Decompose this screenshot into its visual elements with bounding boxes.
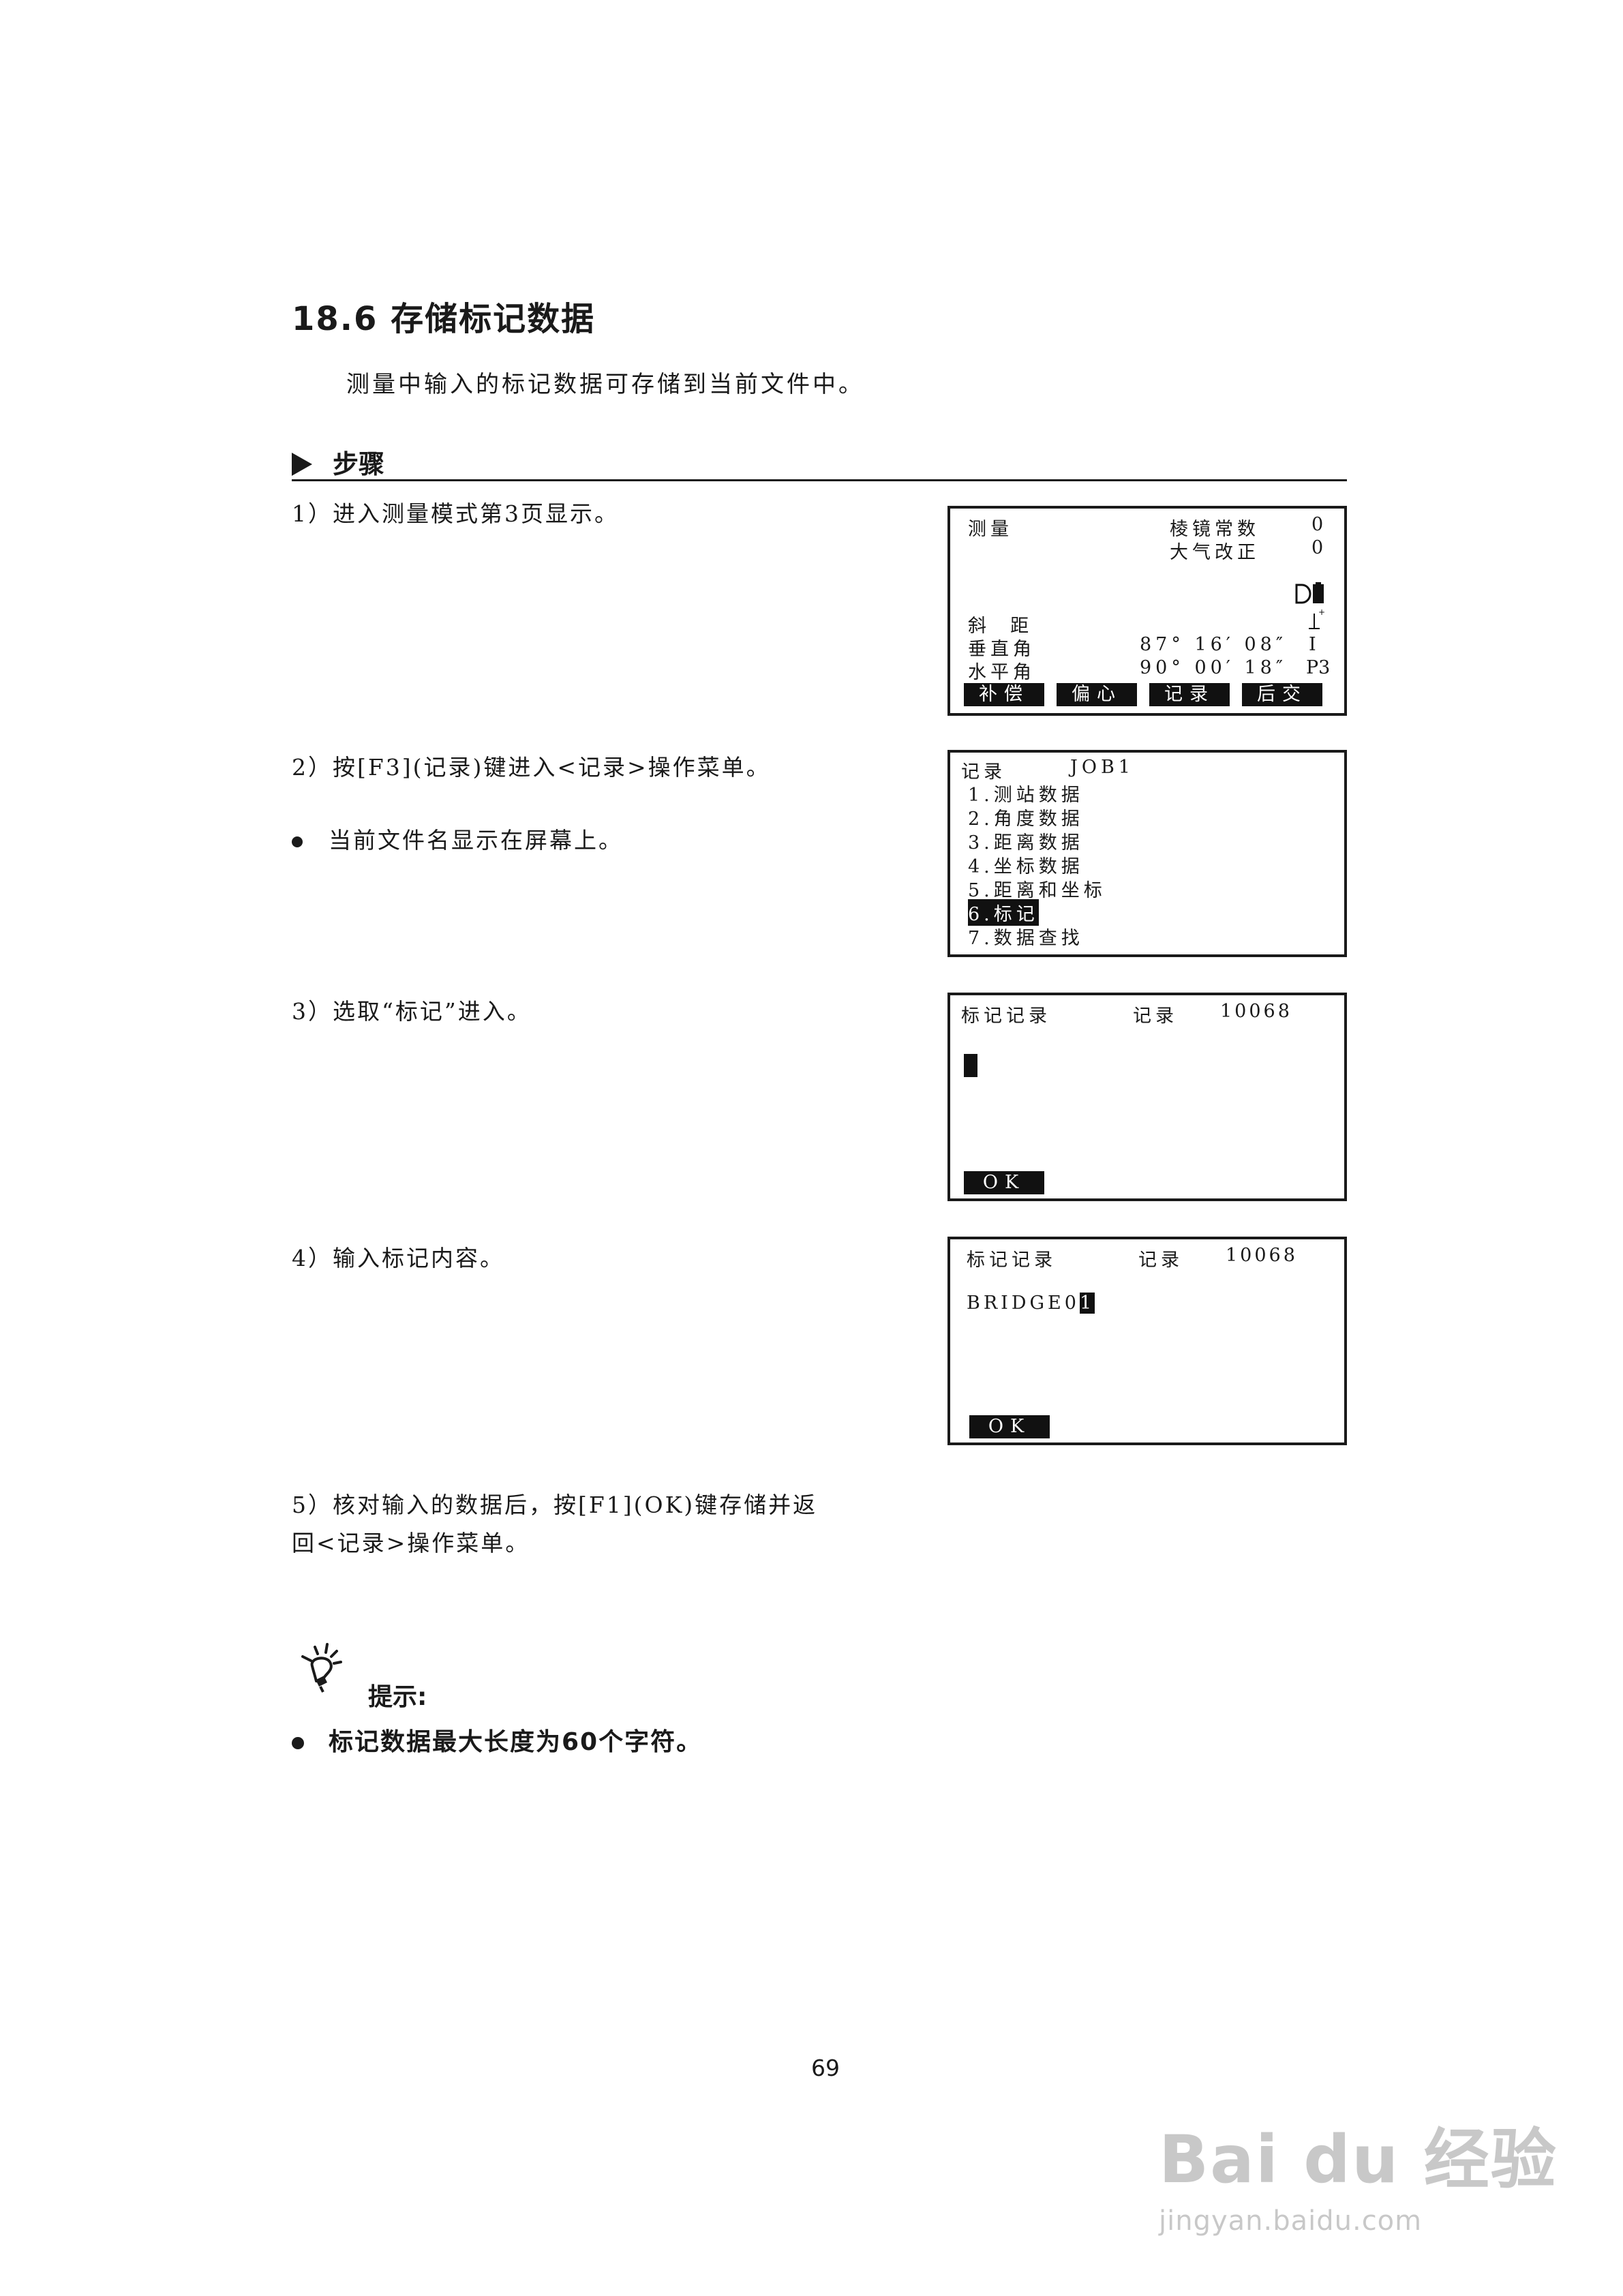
menu-item-angle-data[interactable]: 2.角度数据 — [968, 804, 1084, 830]
step-2-note: 当前文件名显示在屏幕上。 — [292, 822, 623, 855]
heading-divider — [292, 479, 1347, 481]
softkey-f4-resection[interactable]: 后交 — [1242, 683, 1322, 706]
menu-item-coordinate-data[interactable]: 4.坐标数据 — [968, 851, 1084, 878]
step-5-line-2: 回<记录>操作菜单。 — [292, 1530, 530, 1556]
softkey-f1-ok[interactable]: OK — [964, 1171, 1044, 1194]
input-cursor[interactable] — [964, 1054, 977, 1077]
lcd-record-label: 记录 — [1133, 1006, 1178, 1027]
note-input-text: BRIDGE0 — [967, 1293, 1080, 1314]
lcd-screen-record-menu: 记录 JOB1 1.测站数据 2.角度数据 3.距离数据 4.坐标数据 5.距离… — [947, 750, 1347, 957]
lcd-vert-value: 87° 16′ 08″ — [1140, 634, 1287, 655]
step-1: 1）进入测量模式第3页显示。 — [292, 500, 619, 527]
bullet-dot-icon — [292, 836, 303, 847]
menu-item-distance-data[interactable]: 3.距离数据 — [968, 828, 1084, 854]
softkey-f1-ok[interactable]: OK — [969, 1415, 1050, 1438]
step-3: 3）选取“标记”进入。 — [292, 998, 532, 1025]
lightbulb-hint-icon — [301, 1643, 342, 1693]
menu-item-station-data[interactable]: 1.测站数据 — [968, 780, 1084, 806]
menu-item-note-selected[interactable]: 6.标记 — [968, 899, 1039, 926]
steps-heading-text: 步骤 — [333, 449, 385, 479]
svg-text:+: + — [1318, 608, 1325, 617]
tilt-indicator-icon: + — [1309, 608, 1325, 629]
note-input-field[interactable]: BRIDGE01 — [967, 1293, 1095, 1314]
menu-item-distance-and-coordinate[interactable]: 5.距离和坐标 — [968, 875, 1106, 902]
lcd-screen-note-entry-empty: 标记记录 记录 10068 OK — [947, 993, 1347, 1201]
softkey-f1-compensation[interactable]: 补偿 — [964, 683, 1044, 706]
lcd-note-title: 标记记录 — [967, 1250, 1057, 1271]
bullet-dot-icon — [292, 1737, 304, 1749]
step-4: 4）输入标记内容。 — [292, 1245, 504, 1271]
watermark-url: jingyan.baidu.com — [1159, 2205, 1423, 2237]
softkey-f2-offset[interactable]: 偏心 — [1057, 683, 1137, 706]
lcd-page-indicator: P3 — [1306, 657, 1331, 678]
lcd-screen-measure: 测量 棱镜常数 0 大气改正 0 + 斜 距 垂直角 87° 16′ 08″ I… — [947, 506, 1347, 716]
baidu-watermark: Bai du 经验 jingyan.baidu.com — [1159, 2106, 1558, 2237]
lcd-record-number: 10068 — [1226, 1245, 1298, 1266]
steps-heading: 步骤 — [292, 443, 384, 481]
step-2-note-text: 当前文件名显示在屏幕上。 — [329, 827, 623, 854]
manual-page: 18.6 存储标记数据 测量中输入的标记数据可存储到当前文件中。 步骤 1）进入… — [0, 0, 1623, 2296]
softkey-f3-record[interactable]: 记录 — [1149, 683, 1230, 706]
menu-item-data-search[interactable]: 7.数据查找 — [968, 923, 1084, 950]
lcd-record-number: 10068 — [1220, 1001, 1292, 1022]
lcd-horiz-label: 水平角 — [968, 662, 1035, 683]
intro-paragraph: 测量中输入的标记数据可存储到当前文件中。 — [346, 371, 864, 398]
lcd-horiz-value: 90° 00′ 18″ — [1140, 657, 1287, 678]
tip-item: 标记数据最大长度为60个字符。 — [292, 1722, 702, 1757]
lcd-atm-value: 0 — [1311, 537, 1328, 558]
lcd-screen-note-entry-filled: 标记记录 记录 10068 BRIDGE01 OK — [947, 1237, 1347, 1445]
tip-heading: 提示: — [368, 1683, 427, 1711]
lcd-job-name: JOB1 — [1070, 757, 1134, 778]
lcd-prism-value: 0 — [1311, 514, 1328, 535]
step-2: 2）按[F3](记录)键进入<记录>操作菜单。 — [292, 754, 771, 781]
tip-text: 标记数据最大长度为60个字符。 — [329, 1728, 703, 1756]
lcd-mode: 测量 — [968, 519, 1013, 540]
watermark-brand: Bai du 经验 — [1159, 2121, 1558, 2198]
step-5-line-1: 5）核对输入的数据后，按[F1](OK)键存储并返 — [292, 1492, 818, 1518]
triangle-bullet-icon — [292, 452, 312, 476]
page-number: 69 — [811, 2055, 840, 2081]
lcd-atm-label: 大气改正 — [1170, 542, 1260, 563]
lcd-record-label: 记录 — [1138, 1250, 1183, 1271]
lcd-note-title: 标记记录 — [961, 1006, 1051, 1027]
section-title: 18.6 存储标记数据 — [292, 300, 596, 338]
lcd-vertical-bar-icon: I — [1309, 634, 1316, 655]
note-input-cursor: 1 — [1079, 1293, 1095, 1314]
prism-battery-icon — [1295, 582, 1324, 604]
